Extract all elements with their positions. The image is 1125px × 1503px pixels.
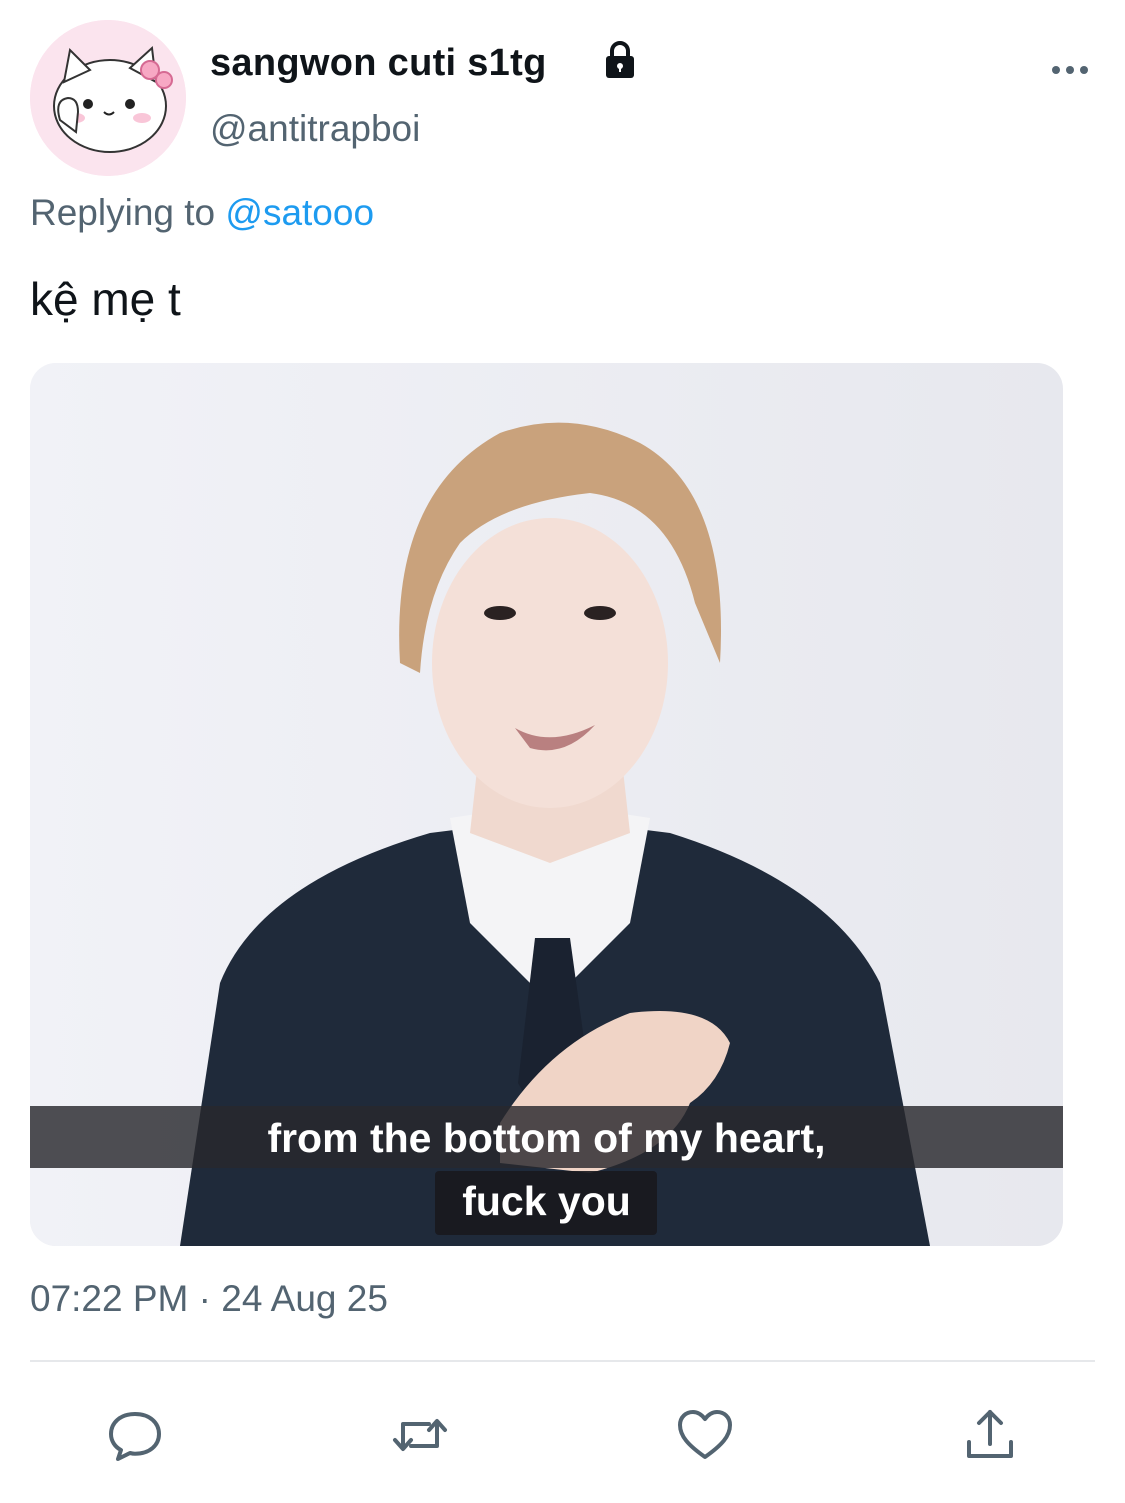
speech-bubble-icon	[109, 1412, 161, 1461]
divider	[30, 1360, 1095, 1362]
tweet-timestamp[interactable]: 07:22 PM · 24 Aug 25	[30, 1278, 388, 1320]
replying-to-label: Replying to	[30, 192, 216, 233]
tweet-actions-bar	[0, 1400, 1125, 1470]
more-horizontal-icon[interactable]	[1040, 50, 1100, 90]
subtitle-line-2: fuck you	[462, 1178, 631, 1224]
reply-mention-link[interactable]: @satooo	[225, 192, 374, 233]
replying-to-line: Replying to @satooo	[30, 192, 374, 234]
avatar[interactable]	[30, 20, 186, 176]
share-button[interactable]	[955, 1400, 1025, 1470]
retweet-arrows-icon	[393, 1419, 447, 1451]
share-upload-icon	[967, 1410, 1013, 1458]
tweet-media-image[interactable]: from the bottom of my heart, fuck you	[30, 363, 1063, 1246]
heart-icon	[678, 1410, 732, 1459]
avatar-image	[30, 20, 186, 176]
tweet-text: kệ mẹ t	[30, 273, 181, 325]
subtitle-line-1: from the bottom of my heart,	[267, 1115, 826, 1161]
retweet-button[interactable]	[385, 1400, 455, 1470]
reply-button[interactable]	[100, 1400, 170, 1470]
user-handle[interactable]: @antitrapboi	[210, 108, 420, 150]
like-button[interactable]	[670, 1400, 740, 1470]
display-name[interactable]: sangwon cuti s1tg	[210, 42, 547, 85]
tweet-header: sangwon cuti s1tg @antitrapboi	[30, 20, 1095, 180]
lock-icon	[606, 41, 634, 78]
